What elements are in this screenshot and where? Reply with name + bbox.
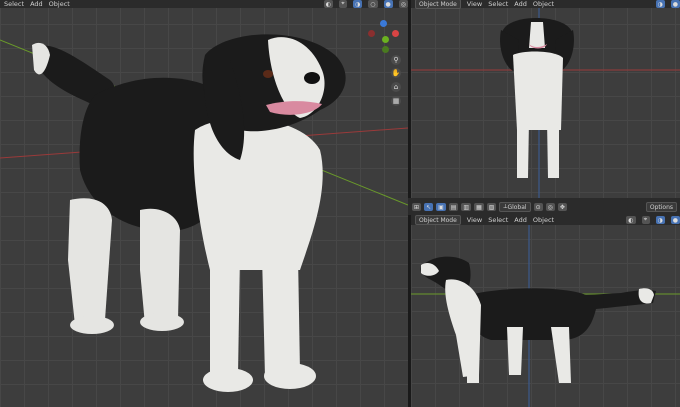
dog-model-front[interactable]	[411, 0, 680, 198]
dog-chest-front	[513, 51, 563, 130]
dog-back-leg-side	[551, 327, 571, 383]
dog-back-leg-right	[140, 208, 180, 325]
dog-blaze-front	[529, 22, 545, 48]
menu-select[interactable]: Select	[488, 0, 508, 8]
zoom-icon[interactable]: ⚲	[391, 55, 401, 65]
grid-icon[interactable]: ▦	[391, 96, 401, 106]
dog-model-side[interactable]	[411, 215, 680, 407]
gizmo-icon[interactable]: ⌖	[339, 0, 347, 8]
dog-front-leg-right	[547, 120, 559, 178]
dog-back-paw-right	[140, 313, 184, 331]
menu-view[interactable]: View	[467, 0, 482, 8]
select-box-icon[interactable]: ▣	[436, 203, 446, 211]
options-dropdown[interactable]: Options	[645, 202, 677, 212]
select-intersect-icon[interactable]: ▧	[486, 203, 497, 211]
editor-type-icon[interactable]: ⊞	[412, 203, 422, 211]
menu-add[interactable]: Add	[514, 216, 527, 224]
dog-eye	[263, 70, 273, 78]
viewport-header-bottom-right: Object Mode View Select Add Object ◐ ⌖ ◑…	[411, 215, 680, 225]
gizmo-neg-y[interactable]	[382, 46, 389, 53]
select-invert-icon[interactable]: ▦	[474, 203, 484, 211]
dog-chest	[193, 118, 323, 270]
mode-dropdown[interactable]: Object Mode	[415, 215, 461, 225]
proportional-icon[interactable]: ◎	[545, 203, 555, 211]
overlay-icon[interactable]: ◑	[353, 0, 363, 8]
viewport-side[interactable]: Object Mode View Select Add Object ◐ ⌖ ◑…	[411, 215, 680, 407]
gizmo-neg-x[interactable]	[368, 30, 375, 37]
gizmo-y-axis[interactable]	[382, 36, 389, 43]
visibility-icon[interactable]: ◐	[323, 0, 333, 8]
dog-belly-side	[507, 327, 523, 375]
orientation-label: Global	[507, 203, 527, 211]
shading-material-icon[interactable]: ◎	[398, 0, 408, 8]
gizmo-z-axis[interactable]	[380, 20, 387, 27]
dog-model-perspective[interactable]	[0, 0, 408, 407]
visibility-icon[interactable]: ◐	[626, 216, 636, 224]
menu-object[interactable]: Object	[533, 216, 554, 224]
overlay-icon[interactable]: ◑	[655, 216, 665, 224]
dog-front-leg-right	[262, 255, 300, 375]
viewport-perspective[interactable]: Select Add Object ◐ ⌖ ◑ ○ ● ◎ ⚲ ✋ ⌂ ▦	[0, 0, 408, 407]
viewport-front[interactable]: Object Mode View Select Add Object ◑ ●	[411, 0, 680, 198]
menu-object[interactable]: Object	[533, 0, 554, 8]
shading-solid-icon[interactable]: ●	[670, 0, 680, 8]
menu-view[interactable]: View	[467, 216, 482, 224]
shading-solid-icon[interactable]: ●	[383, 0, 393, 8]
menu-add[interactable]: Add	[30, 0, 43, 8]
menu-select[interactable]: Select	[488, 216, 508, 224]
select-subtract-icon[interactable]: ▥	[461, 203, 472, 211]
dog-front-leg-side	[467, 330, 479, 383]
snap-icon[interactable]: ⊙	[533, 203, 543, 211]
mode-dropdown[interactable]: Object Mode	[415, 0, 461, 9]
cursor-icon[interactable]: ↖	[424, 203, 434, 211]
camera-icon[interactable]: ⌂	[391, 82, 401, 92]
overlay-icon[interactable]: ◑	[655, 0, 665, 8]
dog-nose	[304, 72, 320, 84]
hand-pan-icon[interactable]: ✋	[391, 68, 401, 78]
tool-header-strip: ⊞ ↖ ▣ ▤ ▥ ▦ ▧ ⟂ Global ⊙ ◎ ✥ Options	[408, 198, 680, 215]
dog-back-paw-left	[70, 316, 114, 334]
select-extend-icon[interactable]: ▤	[448, 203, 459, 211]
dog-back-leg-left	[68, 198, 112, 325]
shading-solid-icon[interactable]: ●	[670, 216, 680, 224]
gizmo-icon[interactable]: ⌖	[641, 216, 650, 224]
transform-icon[interactable]: ✥	[557, 203, 567, 211]
viewport-header-top-right: Object Mode View Select Add Object ◑ ●	[411, 0, 680, 9]
dog-front-paw-left	[203, 368, 253, 392]
gizmo-x-axis[interactable]	[392, 30, 399, 37]
navigation-gizmo[interactable]	[366, 18, 402, 54]
shading-wire-icon[interactable]: ○	[368, 0, 378, 8]
orientation-dropdown[interactable]: ⟂ Global	[499, 202, 531, 212]
dog-front-leg-left	[517, 120, 529, 178]
menu-object[interactable]: Object	[49, 0, 70, 8]
menu-select[interactable]: Select	[4, 0, 24, 8]
viewport-header-left: Select Add Object ◐ ⌖ ◑ ○ ● ◎	[0, 0, 408, 8]
menu-add[interactable]: Add	[514, 0, 527, 8]
dog-front-leg-left	[210, 255, 240, 378]
dog-front-paw-right	[264, 363, 316, 389]
